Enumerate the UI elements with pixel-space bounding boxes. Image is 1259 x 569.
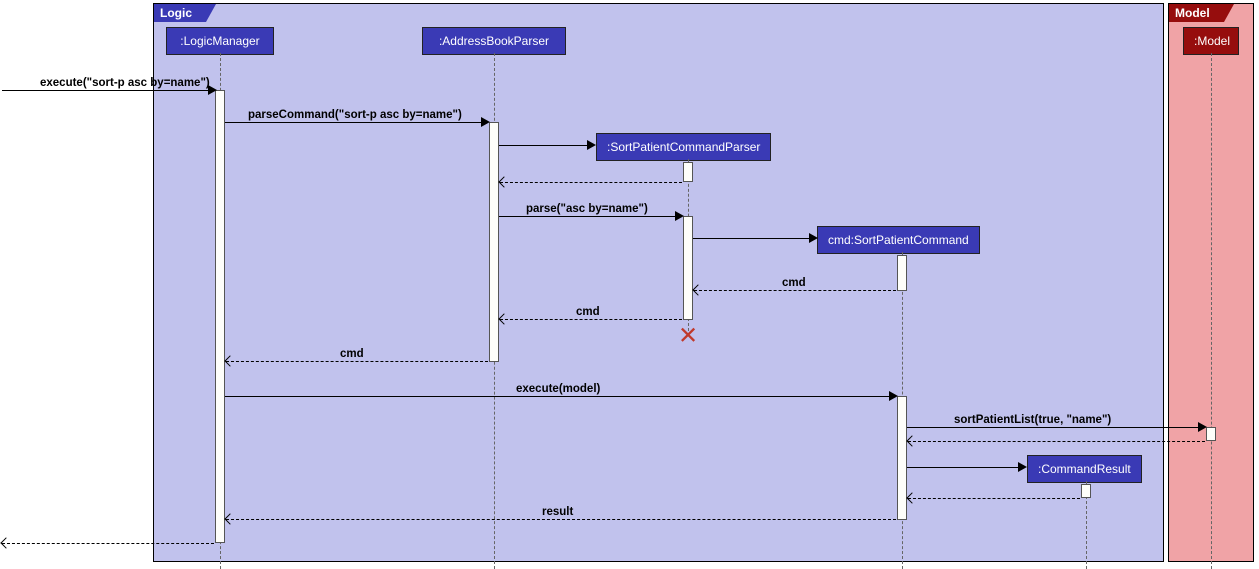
arrow-return-result (908, 498, 1080, 499)
msg-parse-command: parseCommand("sort-p asc by=name") (248, 109, 462, 121)
participant-address-book-parser: :AddressBookParser (422, 27, 566, 55)
activation-logic-manager (215, 90, 225, 543)
arrow-cmd3 (226, 361, 488, 362)
msg-parse: parse("asc by=name") (526, 203, 648, 215)
msg-cmd2: cmd (576, 306, 600, 318)
arrowhead-execute (208, 85, 217, 95)
arrowhead-execute-model (889, 391, 898, 401)
arrow-result (226, 519, 896, 520)
arrow-create-sort-parser (499, 145, 593, 146)
arrowhead-create-sort-parser (587, 140, 596, 150)
arrow-return-sort-parser (500, 182, 682, 183)
arrow-cmd2 (500, 319, 682, 320)
destroy-icon: ✕ (678, 322, 698, 351)
arrowhead-parse (675, 211, 684, 221)
activation-sort-cmd-exec (897, 396, 907, 520)
lifeline-model (1211, 53, 1212, 569)
arrowhead-create-result (1018, 462, 1027, 472)
arrowhead-sort-list (1198, 422, 1207, 432)
arrow-create-sort-cmd (693, 238, 815, 239)
msg-execute: execute("sort-p asc by=name") (40, 77, 210, 89)
msg-result: result (542, 506, 573, 518)
arrowhead-create-sort-cmd (809, 233, 818, 243)
msg-cmd3: cmd (340, 348, 364, 360)
model-frame-title: Model (1169, 4, 1224, 22)
participant-logic-manager: :LogicManager (166, 27, 274, 55)
arrowhead-parse-command (481, 117, 490, 127)
arrow-sort-list (907, 427, 1204, 428)
arrow-parse (499, 216, 681, 217)
msg-cmd1: cmd (782, 277, 806, 289)
msg-execute-model: execute(model) (516, 383, 600, 395)
arrow-parse-command (225, 122, 487, 123)
participant-sort-command: cmd:SortPatientCommand (817, 226, 980, 254)
activation-sort-parser-parse (683, 216, 693, 320)
arrow-cmd1 (694, 290, 896, 291)
arrow-execute-model (225, 396, 895, 397)
activation-model (1206, 427, 1216, 441)
arrowhead-return-external (0, 537, 11, 548)
participant-sort-parser: :SortPatientCommandParser (596, 133, 771, 161)
activation-command-result (1081, 484, 1091, 498)
participant-model: :Model (1183, 27, 1239, 55)
activation-parser (489, 122, 499, 362)
arrow-execute (2, 90, 212, 91)
activation-sort-cmd-create (897, 255, 907, 291)
msg-sort-list: sortPatientList(true, "name") (954, 414, 1111, 426)
arrow-return-external (2, 543, 214, 544)
arrow-return-model (908, 441, 1205, 442)
logic-frame: Logic (153, 3, 1164, 562)
participant-command-result: :CommandResult (1027, 455, 1142, 483)
logic-frame-title: Logic (154, 4, 206, 22)
arrow-create-result (907, 467, 1024, 468)
activation-sort-parser-create (683, 162, 693, 182)
